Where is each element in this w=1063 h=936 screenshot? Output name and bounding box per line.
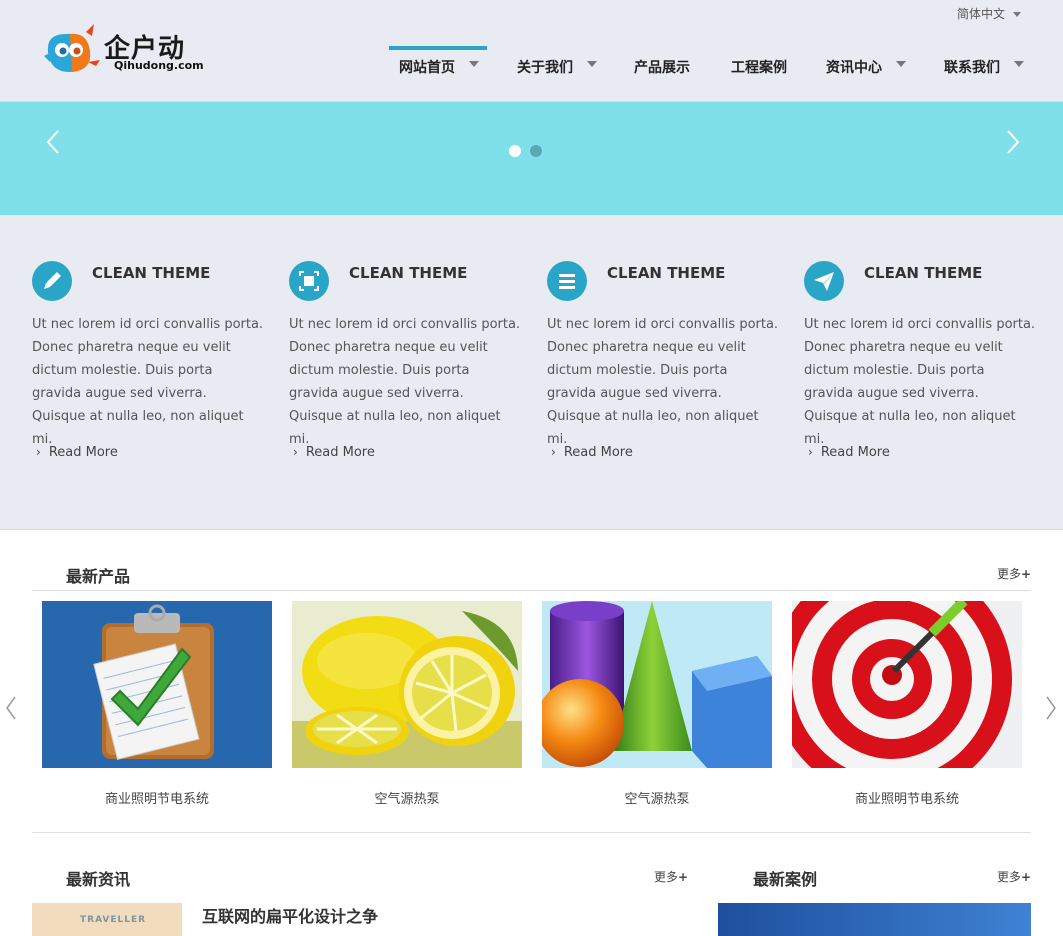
nav-label: 网站首页 [399,60,455,76]
thumbnail-text: TRAVELLER [80,915,147,925]
chevron-right-icon[interactable] [1044,694,1058,722]
chevron-down-icon [1013,12,1021,17]
feature-text: Ut nec lorem id orci convallis porta. Do… [547,317,779,447]
divider [32,590,1031,591]
feature-text: Ut nec lorem id orci convallis porta. Do… [289,317,521,447]
product-caption[interactable]: 空气源热泵 [292,788,522,807]
slider-dot[interactable] [530,145,542,157]
divider [32,832,1031,833]
cases-more-link[interactable]: 更多+ [997,868,1031,885]
read-more-link[interactable]: › Read More [36,445,118,460]
list-icon [547,261,587,301]
cases-title: 最新案例 [753,870,818,889]
chevron-right-icon: › [808,445,813,459]
read-more-link[interactable]: › Read More [551,445,633,460]
case-thumbnail[interactable] [718,903,1031,936]
news-thumbnail[interactable]: TRAVELLER [32,903,182,936]
read-more-link[interactable]: › Read More [808,445,890,460]
chevron-down-icon [587,61,597,67]
owl-mascot-icon [44,24,100,72]
product-image-shapes[interactable] [542,601,772,768]
chevron-down-icon [896,61,906,67]
read-more-label: Read More [563,445,633,460]
nav-label: 工程案例 [731,60,787,76]
language-label: 简体中文 [956,7,1005,21]
nav-item-products[interactable]: 产品展示 [634,46,690,86]
feature-text: Ut nec lorem id orci convallis porta. Do… [804,317,1036,447]
read-more-link[interactable]: › Read More [293,445,375,460]
chevron-down-icon [1014,61,1024,67]
news-headline[interactable]: 互联网的扁平化设计之争 [202,903,378,927]
news-title: 最新资讯 [66,870,131,889]
plus-icon: + [1021,870,1032,884]
feature-title: CLEAN THEME [349,264,468,282]
site-header: 简体中文 企户动 Qihudong.com 网站首页 关于我们 产品展示 工程案… [0,0,1063,102]
read-more-label: Read More [820,445,890,460]
nav-label: 关于我们 [517,60,573,76]
plus-icon: + [678,870,689,884]
more-label: 更多 [997,870,1022,884]
feature-title: CLEAN THEME [864,264,983,282]
slider-dots [509,142,551,161]
more-label: 更多 [654,870,679,884]
feature-title: CLEAN THEME [92,264,211,282]
product-image-clipboard[interactable] [42,601,272,768]
nav-label: 资讯中心 [826,60,882,76]
feature-title: CLEAN THEME [607,264,726,282]
paper-plane-icon [804,261,844,301]
nav-item-cases[interactable]: 工程案例 [731,46,787,86]
product-caption[interactable]: 商业照明节电系统 [42,788,272,807]
products-title: 最新产品 [66,567,131,586]
pencil-icon [32,261,72,301]
read-more-label: Read More [48,445,118,460]
nav-item-news[interactable]: 资讯中心 [826,46,906,86]
site-logo[interactable]: 企户动 Qihudong.com [42,22,212,78]
chevron-left-icon[interactable] [4,694,18,722]
screen-frame-icon [289,261,329,301]
read-more-label: Read More [305,445,375,460]
chevron-right-icon: › [551,445,556,459]
product-image-target[interactable] [792,601,1022,768]
nav-label: 产品展示 [634,60,690,76]
chevron-right-icon[interactable] [1002,128,1022,156]
chevron-left-icon[interactable] [44,128,64,156]
chevron-down-icon [469,61,479,67]
language-selector[interactable]: 简体中文 [957,5,1021,22]
news-more-link[interactable]: 更多+ [654,868,688,885]
more-label: 更多 [997,567,1022,581]
nav-item-home[interactable]: 网站首页 [389,46,487,86]
plus-icon: + [1021,567,1032,581]
features-section: CLEAN THEME Ut nec lorem id orci convall… [0,215,1063,530]
logo-subtitle: Qihudong.com [114,59,204,72]
nav-item-contact[interactable]: 联系我们 [944,46,1024,86]
product-image-lemons[interactable] [292,601,522,768]
chevron-right-icon: › [36,445,41,459]
slider-dot-active[interactable] [509,145,521,157]
chevron-right-icon: › [293,445,298,459]
nav-label: 联系我们 [944,60,1000,76]
nav-item-about[interactable]: 关于我们 [517,46,597,86]
products-more-link[interactable]: 更多+ [997,565,1031,582]
hero-slider [0,102,1063,215]
product-caption[interactable]: 商业照明节电系统 [792,788,1022,807]
feature-text: Ut nec lorem id orci convallis porta. Do… [32,317,264,447]
product-caption[interactable]: 空气源热泵 [542,788,772,807]
